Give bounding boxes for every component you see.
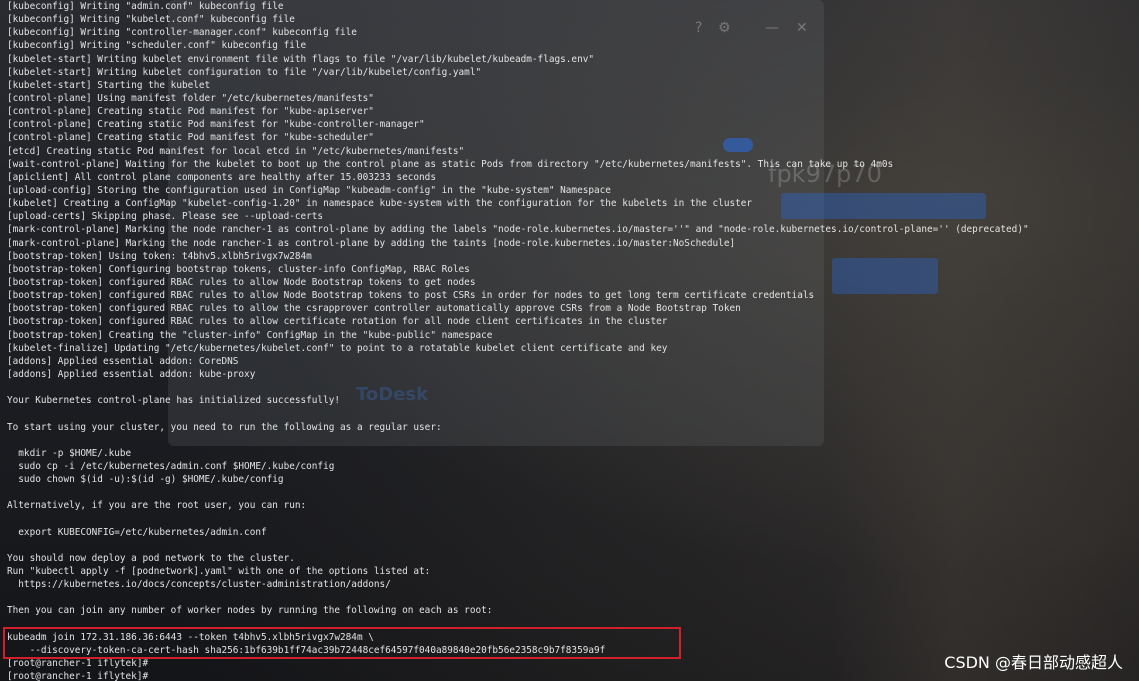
terminal-line: sudo chown $(id -u):$(id -g) $HOME/.kube… <box>7 474 284 486</box>
watermark: CSDN @春日部动感超人 <box>944 653 1123 672</box>
terminal-line: [kubeconfig] Writing "admin.conf" kubeco… <box>7 1 284 12</box>
terminal-line: [kubelet] Creating a ConfigMap "kubelet-… <box>7 198 753 210</box>
terminal-line: [root@rancher-1 iflytek]# <box>7 658 149 670</box>
terminal-line: [mark-control-plane] Marking the node ra… <box>7 237 736 249</box>
terminal-line: [apiclient] All control plane components… <box>7 171 436 183</box>
terminal-line: [upload-certs] Skipping phase. Please se… <box>7 211 324 223</box>
terminal-line: You should now deploy a pod network to t… <box>7 552 295 564</box>
terminal-line: [upload-config] Storing the configuratio… <box>7 184 611 196</box>
terminal-line: [kubeconfig] Writing "scheduler.conf" ku… <box>7 40 307 52</box>
terminal-line: https://kubernetes.io/docs/concepts/clus… <box>7 579 391 591</box>
terminal-line: [root@rancher-1 iflytek]# <box>7 671 149 681</box>
terminal-line: Your Kubernetes control-plane has initia… <box>7 395 341 407</box>
terminal-line: [bootstrap-token] Configuring bootstrap … <box>7 263 470 275</box>
terminal-line: Alternatively, if you are the root user,… <box>7 500 307 512</box>
terminal-line: [kubelet-start] Writing kubelet configur… <box>7 66 482 78</box>
terminal-line: export KUBECONFIG=/etc/kubernetes/admin.… <box>7 526 267 538</box>
terminal-line: To start using your cluster, you need to… <box>7 421 442 433</box>
terminal-line: [bootstrap-token] Creating the "cluster-… <box>7 329 493 341</box>
terminal-line: [addons] Applied essential addon: kube-p… <box>7 368 256 380</box>
terminal-line: sudo cp -i /etc/kubernetes/admin.conf $H… <box>7 460 335 472</box>
terminal-line: [control-plane] Creating static Pod mani… <box>7 119 425 131</box>
terminal-line: [control-plane] Creating static Pod mani… <box>7 132 374 144</box>
terminal-line: [wait-control-plane] Waiting for the kub… <box>7 158 894 170</box>
terminal-line: [bootstrap-token] configured RBAC rules … <box>7 276 476 288</box>
terminal-line: [control-plane] Creating static Pod mani… <box>7 106 374 118</box>
terminal-line: mkdir -p $HOME/.kube <box>7 447 132 459</box>
terminal-line: Run "kubectl apply -f [podnetwork].yaml"… <box>7 566 431 578</box>
terminal-line: [control-plane] Using manifest folder "/… <box>7 92 374 104</box>
terminal-line: [kubelet-start] Writing kubelet environm… <box>7 53 594 65</box>
join-command-highlight <box>3 627 681 659</box>
terminal-line: [bootstrap-token] Using token: t4bhv5.xl… <box>7 250 312 262</box>
terminal-line: [bootstrap-token] configured RBAC rules … <box>7 290 815 302</box>
terminal-line: [etcd] Creating static Pod manifest for … <box>7 145 465 157</box>
terminal-line: [kubelet-start] Starting the kubelet <box>7 79 211 91</box>
terminal-line: [mark-control-plane] Marking the node ra… <box>7 224 1029 236</box>
terminal-output[interactable]: [kubeconfig] Writing "admin.conf" kubeco… <box>7 0 1029 681</box>
terminal-line: [bootstrap-token] configured RBAC rules … <box>7 316 668 328</box>
terminal-line: [bootstrap-token] configured RBAC rules … <box>7 303 741 315</box>
terminal-line: [kubeconfig] Writing "kubelet.conf" kube… <box>7 14 295 26</box>
terminal-line: [addons] Applied essential addon: CoreDN… <box>7 355 239 367</box>
desktop-screen: ? ⚙ — ✕ fpk97p70 ToDesk [kubeconfig] Wri… <box>0 0 1139 681</box>
terminal-line: Then you can join any number of worker n… <box>7 605 493 617</box>
terminal-line: [kubelet-finalize] Updating "/etc/kubern… <box>7 342 668 354</box>
terminal-line: [kubeconfig] Writing "controller-manager… <box>7 27 357 39</box>
